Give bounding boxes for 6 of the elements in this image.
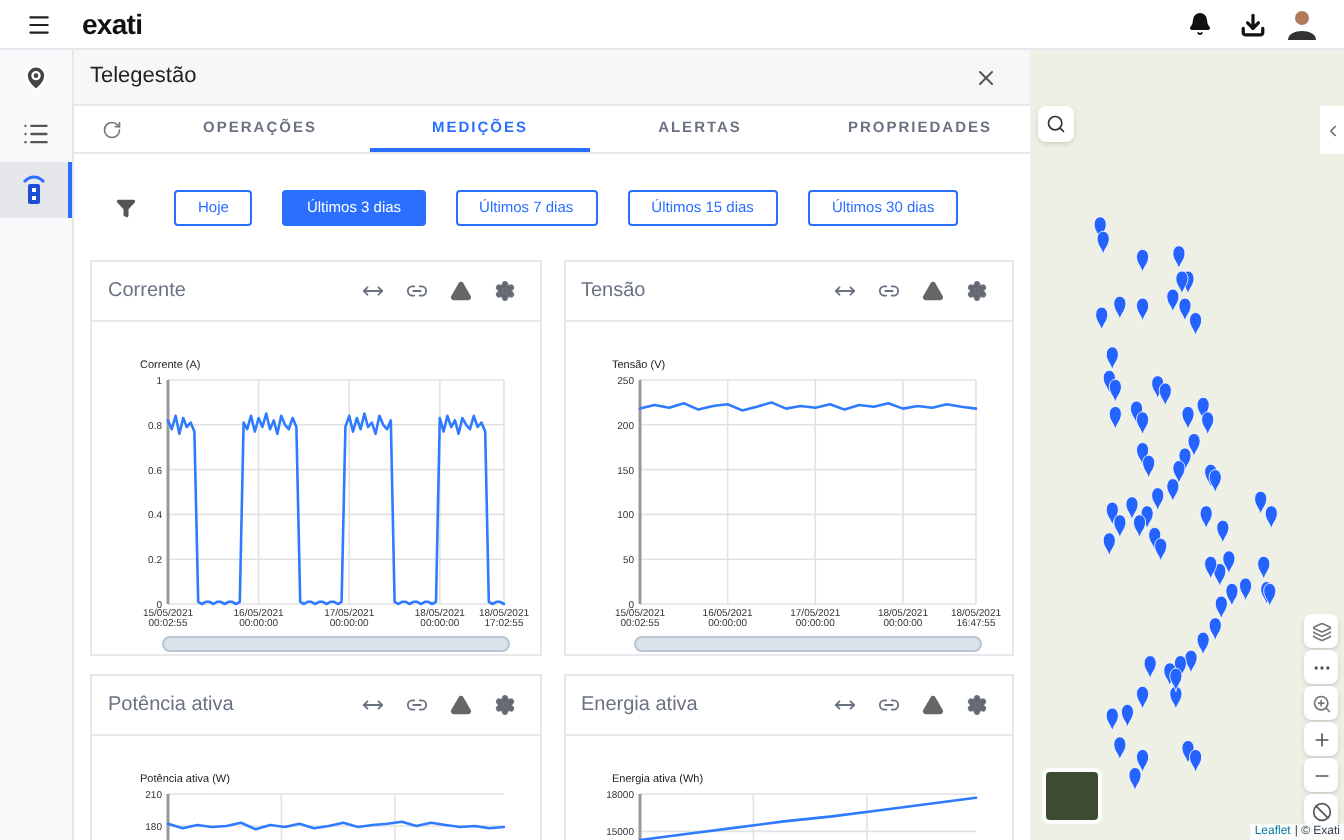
panel-title: Telegestão bbox=[90, 62, 199, 93]
card-title: Energia ativa bbox=[581, 692, 700, 720]
card-title: Tensão bbox=[581, 278, 648, 306]
logo: exati bbox=[82, 5, 143, 43]
card-title: Corrente bbox=[108, 278, 188, 306]
card-title: Potência ativa bbox=[108, 692, 236, 720]
